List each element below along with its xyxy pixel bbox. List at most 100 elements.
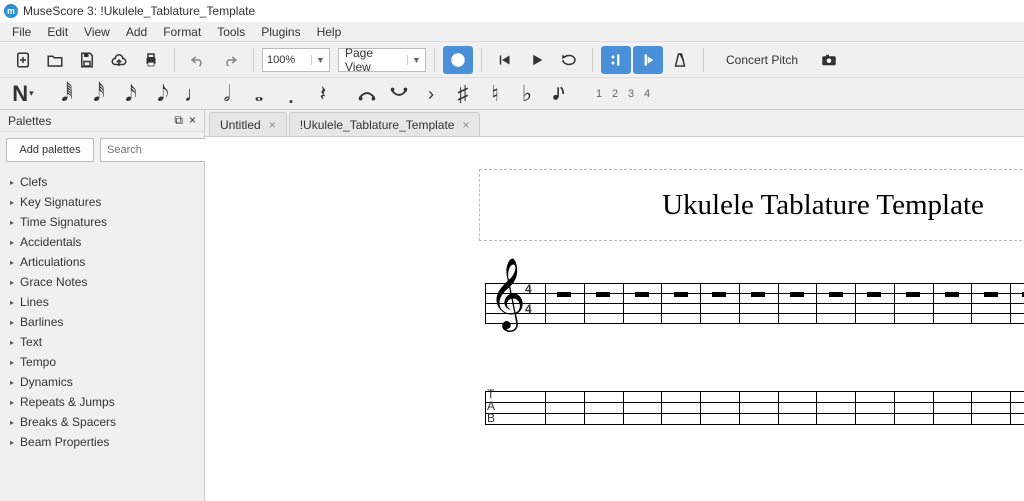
voice-2-button[interactable]: 2 [608,88,622,100]
duration-64th-button[interactable]: 𝅘𝅥𝅱 [52,80,82,108]
print-button[interactable] [136,46,166,74]
palette-item[interactable]: ▸Clefs [0,172,204,192]
loop-button[interactable] [554,46,584,74]
menu-file[interactable]: File [4,23,39,41]
menu-format[interactable]: Format [155,23,209,41]
document-tab[interactable]: !Ukulele_Tablature_Template× [289,112,481,136]
play-button[interactable] [522,46,552,74]
whole-rest[interactable] [867,292,881,297]
palette-label: Tempo [20,355,56,369]
whole-rest[interactable] [674,292,688,297]
tab-staff[interactable]: TAB [485,391,1024,431]
menu-plugins[interactable]: Plugins [253,23,308,41]
menu-view[interactable]: View [76,23,118,41]
score-title[interactable]: Ukulele Tablature Template [662,189,984,222]
whole-rest[interactable] [712,292,726,297]
duration-16th-button[interactable]: 𝅘𝅥𝅯 [116,80,146,108]
title-frame[interactable]: Ukulele Tablature Template [479,169,1024,241]
separator [592,48,593,72]
view-mode-combo[interactable]: Page View ▼ [338,48,426,72]
separator [481,48,482,72]
palette-item[interactable]: ▸Tempo [0,352,204,372]
rewind-button[interactable] [490,46,520,74]
main-area: Palettes ⧉ × Add palettes ▸Clefs▸Key Sig… [0,110,1024,501]
whole-rest[interactable] [635,292,649,297]
rest-button[interactable]: 𝄽 [308,80,338,108]
whole-rest[interactable] [829,292,843,297]
palette-item[interactable]: ▸Accidentals [0,232,204,252]
voice-4-button[interactable]: 4 [640,88,654,100]
tie-button[interactable] [352,80,382,108]
new-button[interactable] [8,46,38,74]
open-button[interactable] [40,46,70,74]
redo-button[interactable] [215,46,245,74]
duration-quarter-button[interactable]: ♩ [180,80,210,108]
save-button[interactable] [72,46,102,74]
duration-dot-button[interactable]: . [276,80,306,108]
palette-item[interactable]: ▸Grace Notes [0,272,204,292]
note-input-mode-button[interactable]: N▾ [8,80,38,108]
zoom-input[interactable] [263,54,311,66]
zoom-combo[interactable]: ▼ [262,48,330,72]
whole-rest[interactable] [945,292,959,297]
voice-1-button[interactable]: 1 [592,88,606,100]
whole-rest[interactable] [596,292,610,297]
loop-out-button[interactable] [633,46,663,74]
chevron-right-icon: ▸ [10,218,14,227]
palette-label: Breaks & Spacers [20,415,116,429]
cloud-button[interactable] [104,46,134,74]
chevron-right-icon: ▸ [10,298,14,307]
natural-button[interactable]: ♮ [480,80,510,108]
loop-in-button[interactable] [601,46,631,74]
chevron-right-icon: ▸ [10,338,14,347]
whole-rest[interactable] [557,292,571,297]
palette-item[interactable]: ▸Articulations [0,252,204,272]
palette-item[interactable]: ▸Dynamics [0,372,204,392]
undo-button[interactable] [183,46,213,74]
score-canvas[interactable]: Ukulele Tablature Template 𝄞 4 4 [205,136,1024,501]
close-icon[interactable]: × [269,118,276,132]
slur-button[interactable] [384,80,414,108]
metronome-button[interactable] [665,46,695,74]
treble-staff[interactable]: 𝄞 4 4 [485,275,1024,331]
document-tab[interactable]: Untitled× [209,112,287,136]
whole-rest[interactable] [751,292,765,297]
concert-pitch-button[interactable]: Concert Pitch [712,47,812,73]
palette-item[interactable]: ▸Lines [0,292,204,312]
menu-tools[interactable]: Tools [209,23,253,41]
whole-rest[interactable] [906,292,920,297]
duration-8th-button[interactable]: 𝅘𝅥𝅮 [148,80,178,108]
add-palettes-button[interactable]: Add palettes [6,138,94,162]
palette-item[interactable]: ▸Key Signatures [0,192,204,212]
image-capture-button[interactable] [814,46,844,74]
palette-item[interactable]: ▸ Text [0,332,204,352]
palette-item[interactable]: ▸Beam Properties [0,432,204,452]
palette-label: Text [20,335,42,349]
duration-whole-button[interactable]: 𝅝 [244,80,274,108]
flat-button[interactable]: ♭ [512,80,542,108]
menu-help[interactable]: Help [309,23,350,41]
palette-item[interactable]: ▸Breaks & Spacers [0,412,204,432]
palette-item[interactable]: ▸Repeats & Jumps [0,392,204,412]
chevron-down-icon[interactable]: ▼ [311,55,329,65]
menu-edit[interactable]: Edit [39,23,76,41]
sharp-button[interactable]: ♯ [448,80,478,108]
whole-rest[interactable] [790,292,804,297]
voice-3-button[interactable]: 3 [624,88,638,100]
duration-half-button[interactable]: 𝅗𝅥 [212,80,242,108]
marcato-button[interactable]: › [416,80,446,108]
flip-button[interactable] [544,80,574,108]
chevron-right-icon: ▸ [10,318,14,327]
whole-rest[interactable] [984,292,998,297]
duration-32nd-button[interactable]: 𝅘𝅥𝅰 [84,80,114,108]
palette-label: Beam Properties [20,435,109,449]
palette-item[interactable]: ▸Barlines [0,312,204,332]
app-icon: m [4,4,18,18]
menu-add[interactable]: Add [118,23,155,41]
midi-input-button[interactable] [443,46,473,74]
undock-icon[interactable]: ⧉ [174,113,183,128]
palette-item[interactable]: ▸Time Signatures [0,212,204,232]
chevron-down-icon[interactable]: ▼ [407,55,425,65]
close-icon[interactable]: × [462,118,469,132]
close-icon[interactable]: × [189,113,196,128]
